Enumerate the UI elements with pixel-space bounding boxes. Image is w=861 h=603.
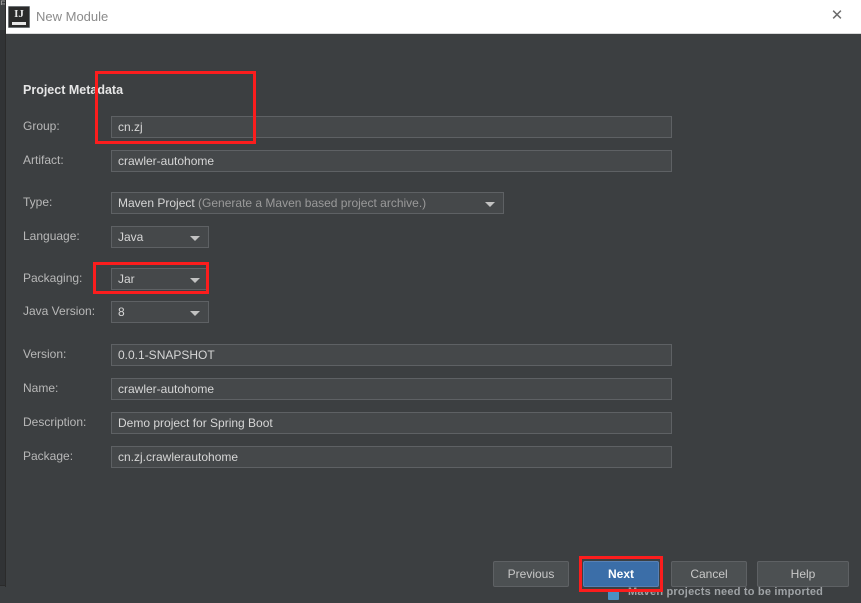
version-label: Version: bbox=[23, 347, 66, 361]
dialog-body: Project Metadata Group: cn.zj Artifact: … bbox=[6, 34, 861, 587]
previous-button[interactable]: Previous bbox=[493, 561, 569, 587]
language-select-value: Java bbox=[118, 230, 143, 244]
package-input[interactable]: cn.zj.crawlerautohome bbox=[111, 446, 672, 468]
cancel-button[interactable]: Cancel bbox=[671, 561, 747, 587]
app-icon-glyph: IJ bbox=[9, 9, 29, 20]
language-select[interactable]: Java bbox=[111, 226, 209, 248]
maven-icon bbox=[608, 591, 619, 600]
packaging-select[interactable]: Jar bbox=[111, 268, 209, 290]
version-input[interactable]: 0.0.1-SNAPSHOT bbox=[111, 344, 672, 366]
artifact-input[interactable]: crawler-autohome bbox=[111, 150, 672, 172]
language-label: Language: bbox=[23, 229, 80, 243]
chevron-down-icon bbox=[485, 202, 495, 207]
type-select[interactable]: Maven Project (Generate a Maven based pr… bbox=[111, 192, 504, 214]
chevron-down-icon bbox=[190, 236, 200, 241]
package-label: Package: bbox=[23, 449, 73, 463]
help-button[interactable]: Help bbox=[757, 561, 849, 587]
group-input[interactable]: cn.zj bbox=[111, 116, 672, 138]
packaging-select-value: Jar bbox=[118, 272, 135, 286]
maven-import-notification[interactable]: Maven projects need to be imported bbox=[628, 586, 861, 603]
dialog-title: New Module bbox=[36, 9, 108, 24]
description-label: Description: bbox=[23, 415, 86, 429]
next-button[interactable]: Next bbox=[583, 561, 659, 587]
new-module-dialog: IJ New Module ✕ Project Metadata Group: … bbox=[6, 0, 861, 586]
chevron-down-icon bbox=[190, 278, 200, 283]
name-input[interactable]: crawler-autohome bbox=[111, 378, 672, 400]
java-version-select-value: 8 bbox=[118, 305, 125, 319]
close-icon[interactable]: ✕ bbox=[815, 0, 859, 32]
dialog-title-bar: IJ New Module ✕ bbox=[6, 0, 861, 34]
packaging-label: Packaging: bbox=[23, 271, 82, 285]
name-label: Name: bbox=[23, 381, 58, 395]
type-select-value: Maven Project bbox=[118, 196, 195, 210]
app-icon-bar bbox=[12, 22, 26, 25]
page-title: Project Metadata bbox=[23, 83, 123, 97]
description-input[interactable]: Demo project for Spring Boot bbox=[111, 412, 672, 434]
java-version-label: Java Version: bbox=[23, 304, 95, 318]
chevron-down-icon bbox=[190, 311, 200, 316]
intellij-idea-icon: IJ bbox=[8, 6, 30, 28]
artifact-label: Artifact: bbox=[23, 153, 64, 167]
type-label: Type: bbox=[23, 195, 52, 209]
group-label: Group: bbox=[23, 119, 60, 133]
java-version-select[interactable]: 8 bbox=[111, 301, 209, 323]
type-select-hint: (Generate a Maven based project archive.… bbox=[198, 196, 426, 210]
